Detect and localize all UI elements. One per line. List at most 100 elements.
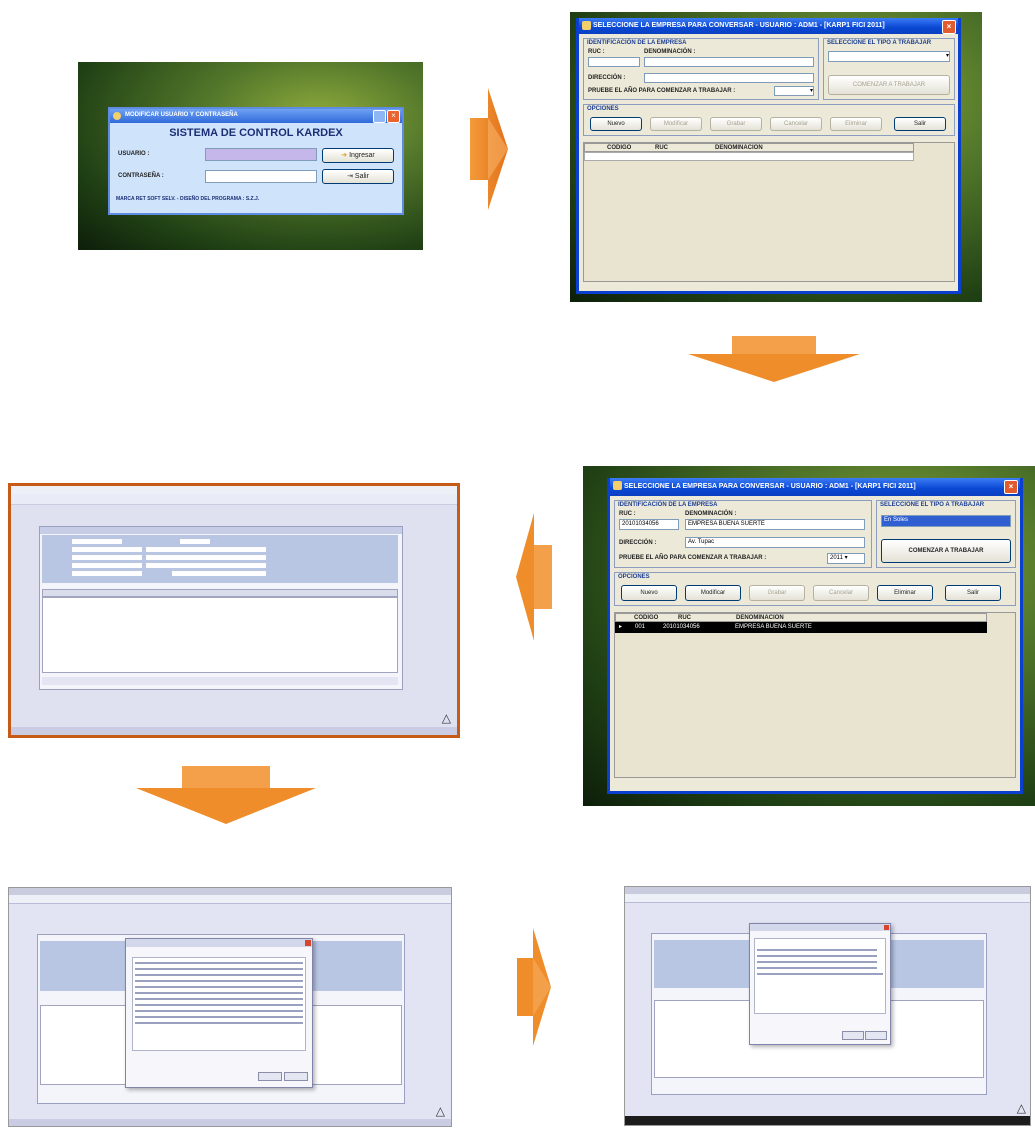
kardex-field-9[interactable] [72, 571, 142, 576]
grabar-button[interactable]: Grabar [710, 117, 762, 131]
document-list-row[interactable] [757, 949, 877, 951]
minimize-icon[interactable] [373, 110, 386, 123]
select-filled-screenshot: SELECCIONE LA EMPRESA PARA CONVERSAR - U… [583, 466, 1035, 806]
product-list-row[interactable] [135, 1022, 303, 1024]
eliminar-button[interactable]: Eliminar [830, 117, 882, 131]
kardex-field-4[interactable] [146, 547, 266, 552]
product-list-row[interactable] [135, 974, 303, 976]
product-list-row[interactable] [135, 1016, 303, 1018]
empresa-group-label: IDENTIFICACIÓN DE LA EMPRESA [618, 502, 718, 508]
tipo-select[interactable]: En Soles [881, 515, 1011, 527]
app-statusbar [625, 1116, 1030, 1125]
empresa-group: IDENTIFICACIÓN DE LA EMPRESA RUC : DENOM… [583, 38, 819, 100]
cancelar-button[interactable]: Cancelar [770, 117, 822, 131]
document-list-row[interactable] [757, 973, 883, 975]
app-statusbar [11, 727, 457, 735]
document-dialog [749, 923, 891, 1045]
tipo-value: En Soles [884, 517, 909, 523]
select-filled-window: SELECCIONE LA EMPRESA PARA CONVERSAR - U… [607, 478, 1023, 794]
ruc-input[interactable] [588, 57, 640, 67]
product-list-row[interactable] [135, 980, 303, 982]
col-denominacion: DENOMINACION [736, 615, 784, 621]
tipo-group-label: SELECCIONE EL TIPO A TRABAJAR [827, 40, 932, 46]
product-list-row[interactable] [135, 998, 303, 1000]
login-salir-button[interactable]: ⇥ Salir [322, 169, 394, 184]
grid-selected-row[interactable]: ▸ 001 20101034056 EMPRESA BUENA SUERTE [615, 622, 987, 633]
kardex-field-3[interactable] [72, 547, 142, 552]
product-dialog-cancel-button[interactable] [284, 1072, 308, 1081]
product-list-row[interactable] [135, 986, 303, 988]
product-list-row[interactable] [135, 962, 303, 964]
product-list-row[interactable] [135, 968, 303, 970]
direccion-input[interactable]: Av. Tupac [685, 537, 865, 548]
login-footer: MARCA RET SOFT SELV. - DISEÑO DEL PROGRA… [116, 196, 260, 202]
grid-empty-row[interactable] [584, 152, 914, 161]
anio-select[interactable]: 2011 ▾ [827, 553, 865, 564]
grabar-button[interactable]: Grabar [749, 585, 805, 601]
row-marker-icon: ▸ [619, 624, 623, 630]
close-icon[interactable]: × [1004, 480, 1018, 494]
modificar-button[interactable]: Modificar [650, 117, 702, 131]
salir-button[interactable]: Salir [945, 585, 1001, 601]
ingresar-button[interactable]: ➜ Ingresar [322, 148, 394, 163]
direccion-input[interactable] [644, 73, 814, 83]
app-logo-icon: △ [1016, 1101, 1026, 1115]
close-icon[interactable] [884, 925, 889, 930]
kardex-field-6[interactable] [146, 555, 266, 560]
comenzar-button[interactable]: COMENZAR A TRABAJAR [828, 75, 950, 95]
product-list-row[interactable] [135, 1010, 303, 1012]
denominacion-input[interactable] [644, 57, 814, 67]
contrasena-input[interactable] [205, 170, 317, 183]
nuevo-button[interactable]: Nuevo [590, 117, 642, 131]
usuario-input[interactable] [205, 148, 317, 161]
close-icon[interactable]: × [387, 110, 400, 123]
denominacion-label: DENOMINACIÓN : [644, 49, 696, 55]
document-dialog-ok-button[interactable] [842, 1031, 864, 1040]
ruc-input[interactable]: 20101034056 [619, 519, 679, 530]
kardex-field-1[interactable] [72, 539, 122, 544]
direccion-label: DIRECCIÓN : [619, 540, 657, 546]
tipo-select[interactable]: ▾ [828, 51, 950, 62]
modificar-button[interactable]: Modificar [685, 585, 741, 601]
product-list-row[interactable] [135, 1004, 303, 1006]
kardex-form-titlebar [40, 527, 402, 534]
app-menubar [625, 894, 1030, 903]
close-icon[interactable]: × [942, 20, 956, 34]
document-dialog-cancel-button[interactable] [865, 1031, 887, 1040]
document-list-row[interactable] [757, 955, 877, 957]
login-window: MODIFICAR USUARIO Y CONTRASEÑA × SISTEMA… [108, 107, 404, 215]
row-denominacion: EMPRESA BUENA SUERTE [735, 624, 812, 630]
arrow-left-icon [516, 513, 552, 641]
kardex-field-10[interactable] [172, 571, 266, 576]
ingresar-icon: ➜ [341, 152, 348, 159]
kardex-field-2[interactable] [180, 539, 210, 544]
login-screenshot: MODIFICAR USUARIO Y CONTRASEÑA × SISTEMA… [78, 62, 423, 250]
col-ruc: RUC [678, 615, 691, 621]
kardex-field-8[interactable] [146, 563, 266, 568]
nuevo-button[interactable]: Nuevo [621, 585, 677, 601]
salir-button[interactable]: Salir [894, 117, 946, 131]
salir-label: Salir [354, 173, 369, 180]
col-codigo: CODIGO [607, 145, 632, 151]
close-icon[interactable] [305, 940, 311, 946]
kardex-dialog-screenshot-right: △ [624, 886, 1031, 1126]
document-list-row[interactable] [757, 967, 877, 969]
eliminar-button[interactable]: Eliminar [877, 585, 933, 601]
document-list-row[interactable] [757, 961, 877, 963]
login-heading: SISTEMA DE CONTROL KARDEX [169, 127, 343, 139]
ingresar-label: Ingresar [349, 152, 375, 159]
anio-select[interactable]: ▾ [774, 86, 814, 96]
product-list-row[interactable] [135, 992, 303, 994]
grid-header: CODIGO RUC DENOMINACION [615, 613, 987, 622]
product-dialog-titlebar [126, 939, 312, 947]
empresa-group-label: IDENTIFICACIÓN DE LA EMPRESA [587, 40, 687, 46]
kardex-header-panel [42, 535, 398, 583]
cancelar-button[interactable]: Cancelar [813, 585, 869, 601]
denominacion-input[interactable]: EMPRESA BUENA SUERTE [685, 519, 865, 530]
comenzar-button[interactable]: COMENZAR A TRABAJAR [881, 539, 1011, 563]
kardex-dialog-screenshot-left: △ [8, 887, 452, 1127]
col-denominacion: DENOMINACION [715, 145, 763, 151]
kardex-field-5[interactable] [72, 555, 142, 560]
product-dialog-ok-button[interactable] [258, 1072, 282, 1081]
kardex-field-7[interactable] [72, 563, 142, 568]
